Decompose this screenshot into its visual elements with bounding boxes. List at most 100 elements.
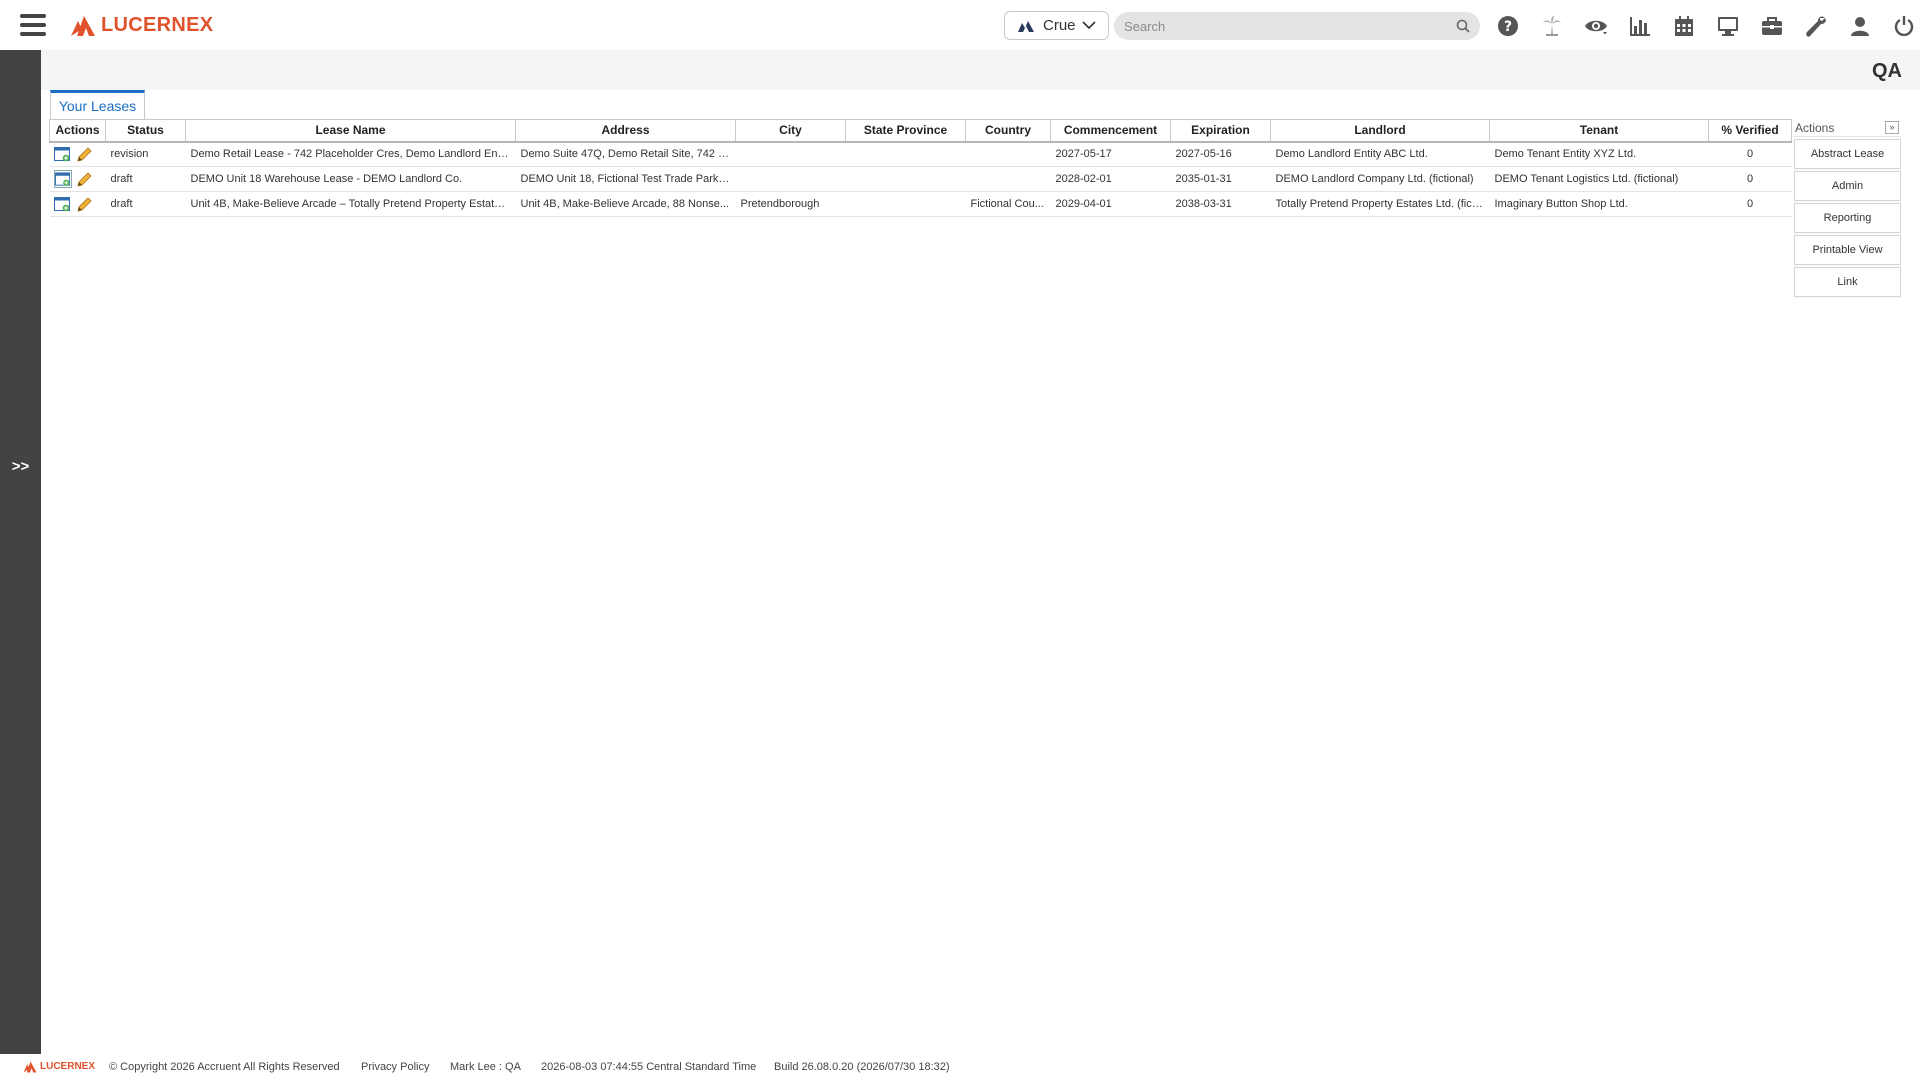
column-header-commencement[interactable]: Commencement: [1050, 119, 1171, 143]
page-footer: LUCERNEX © Copyright 2026 Accruent All R…: [0, 1054, 1920, 1080]
actions-panel-title: Actions: [1795, 120, 1835, 135]
brand-logo[interactable]: LUCERNEX: [69, 11, 213, 39]
cell-city: Pretendborough: [735, 191, 846, 217]
column-header-tenant[interactable]: Tenant: [1489, 119, 1709, 143]
footer-logo: LUCERNEX: [22, 1060, 95, 1073]
tab-your-leases[interactable]: Your Leases: [50, 90, 145, 119]
link-button[interactable]: Link: [1794, 267, 1901, 297]
cell-landlord: Totally Pretend Property Estates Ltd. (f…: [1270, 191, 1490, 217]
server-datetime-text: 2026-08-03 07:44:55 Central Standard Tim…: [541, 1061, 757, 1073]
open-record-icon[interactable]: [54, 145, 72, 163]
table-row[interactable]: revision Demo Retail Lease - 742 Placeho…: [49, 141, 1792, 167]
cell-commencement: 2029-04-01: [1050, 191, 1171, 217]
edit-pencil-icon[interactable]: [76, 145, 94, 163]
edit-pencil-icon[interactable]: [76, 195, 94, 213]
open-record-icon[interactable]: [53, 170, 72, 188]
cell-status: draft: [105, 166, 186, 192]
cell-lease-name[interactable]: DEMO Unit 18 Warehouse Lease - DEMO Land…: [185, 166, 516, 192]
cell-commencement: 2028-02-01: [1050, 166, 1171, 192]
cell-expiration: 2038-03-31: [1170, 191, 1271, 217]
wrench-icon[interactable]: [1794, 12, 1838, 40]
column-header-lease-name[interactable]: Lease Name: [185, 119, 516, 143]
actions-panel: Actions » Abstract Lease Admin Reporting…: [1793, 119, 1901, 297]
menu-icon[interactable]: [20, 14, 46, 36]
cell-lease-name[interactable]: Demo Retail Lease - 742 Placeholder Cres…: [185, 141, 516, 167]
cell-city: [735, 166, 846, 192]
cell-tenant: Imaginary Button Shop Ltd.: [1489, 191, 1709, 217]
cell-status: revision: [105, 141, 186, 167]
build-version-text: Build 26.08.0.20 (2026/07/30 18:32): [774, 1061, 950, 1073]
user-icon[interactable]: [1838, 12, 1882, 40]
cell-state-province: [845, 191, 966, 217]
row-actions: [49, 191, 106, 217]
page-subheader: QA: [41, 50, 1920, 90]
top-toolbar: ?: [1486, 12, 1920, 40]
column-header-address[interactable]: Address: [515, 119, 736, 143]
row-actions: [49, 166, 106, 192]
admin-button[interactable]: Admin: [1794, 171, 1901, 201]
brand-name: LUCERNEX: [101, 13, 214, 36]
left-navigation-rail: >>: [0, 50, 41, 1054]
privacy-policy-link[interactable]: Privacy Policy: [361, 1061, 429, 1073]
monitor-icon[interactable]: [1706, 12, 1750, 40]
cell-state-province: [845, 166, 966, 192]
bar-chart-icon[interactable]: [1618, 12, 1662, 40]
search-input[interactable]: [1114, 12, 1480, 40]
edit-pencil-icon[interactable]: [76, 170, 94, 188]
footer-brand: LUCERNEX: [40, 1061, 96, 1072]
top-bar: LUCERNEX Crue ?: [0, 0, 1920, 50]
column-header-state-province[interactable]: State Province: [845, 119, 966, 143]
row-actions: [49, 141, 106, 167]
organization-name: Crue: [1043, 17, 1076, 34]
leases-grid: Actions Status Lease Name Address City S…: [49, 119, 1792, 217]
column-header-verified[interactable]: % Verified: [1708, 119, 1792, 143]
cell-state-province: [845, 141, 966, 167]
column-header-country[interactable]: Country: [965, 119, 1051, 143]
help-icon[interactable]: ?: [1486, 12, 1530, 40]
current-user-text: Mark Lee : QA: [450, 1061, 521, 1073]
search-icon[interactable]: [1456, 19, 1470, 33]
collapse-panel-icon[interactable]: »: [1885, 121, 1899, 134]
chevron-down-icon: [1082, 21, 1096, 30]
table-header-row: Actions Status Lease Name Address City S…: [49, 119, 1792, 143]
cell-country: [965, 166, 1051, 192]
copyright-text: © Copyright 2026 Accruent All Rights Res…: [109, 1061, 340, 1073]
briefcase-icon[interactable]: [1750, 12, 1794, 40]
column-header-actions[interactable]: Actions: [49, 119, 106, 143]
cell-lease-name[interactable]: Unit 4B, Make-Believe Arcade – Totally P…: [185, 191, 516, 217]
organization-selector[interactable]: Crue: [1004, 11, 1109, 40]
cell-expiration: 2027-05-16: [1170, 141, 1271, 167]
column-header-status[interactable]: Status: [105, 119, 186, 143]
cell-address: Unit 4B, Make-Believe Arcade, 88 Nonse..…: [515, 191, 736, 217]
column-header-expiration[interactable]: Expiration: [1170, 119, 1271, 143]
abstract-lease-button[interactable]: Abstract Lease: [1794, 139, 1901, 169]
open-record-icon[interactable]: [54, 195, 72, 213]
cell-tenant: DEMO Tenant Logistics Ltd. (fictional): [1489, 166, 1709, 192]
cell-status: draft: [105, 191, 186, 217]
printable-view-button[interactable]: Printable View: [1794, 235, 1901, 265]
svg-text:?: ?: [1504, 19, 1512, 35]
calendar-icon[interactable]: [1662, 12, 1706, 40]
expand-sidebar-button[interactable]: >>: [0, 458, 41, 480]
org-logo-icon: [1018, 20, 1034, 32]
global-search: [1114, 12, 1480, 40]
column-header-landlord[interactable]: Landlord: [1270, 119, 1490, 143]
cell-verified: 0: [1708, 166, 1792, 192]
table-row[interactable]: draft Unit 4B, Make-Believe Arcade – Tot…: [49, 191, 1792, 217]
palm-tree-icon[interactable]: [1530, 12, 1574, 40]
cell-landlord: DEMO Landlord Company Ltd. (fictional): [1270, 166, 1490, 192]
eye-icon[interactable]: [1574, 12, 1618, 40]
power-icon[interactable]: [1882, 12, 1920, 40]
reporting-button[interactable]: Reporting: [1794, 203, 1901, 233]
cell-expiration: 2035-01-31: [1170, 166, 1271, 192]
column-header-city[interactable]: City: [735, 119, 846, 143]
cell-address: Demo Suite 47Q, Demo Retail Site, 742 P.…: [515, 141, 736, 167]
cell-address: DEMO Unit 18, Fictional Test Trade Park,…: [515, 166, 736, 192]
leases-table: Actions Status Lease Name Address City S…: [49, 119, 1792, 217]
table-row[interactable]: draft DEMO Unit 18 Warehouse Lease - DEM…: [49, 166, 1792, 192]
cell-commencement: 2027-05-17: [1050, 141, 1171, 167]
cell-verified: 0: [1708, 141, 1792, 167]
actions-panel-header: Actions »: [1793, 119, 1901, 137]
cell-verified: 0: [1708, 191, 1792, 217]
lucernex-logo-icon: [23, 1061, 37, 1073]
